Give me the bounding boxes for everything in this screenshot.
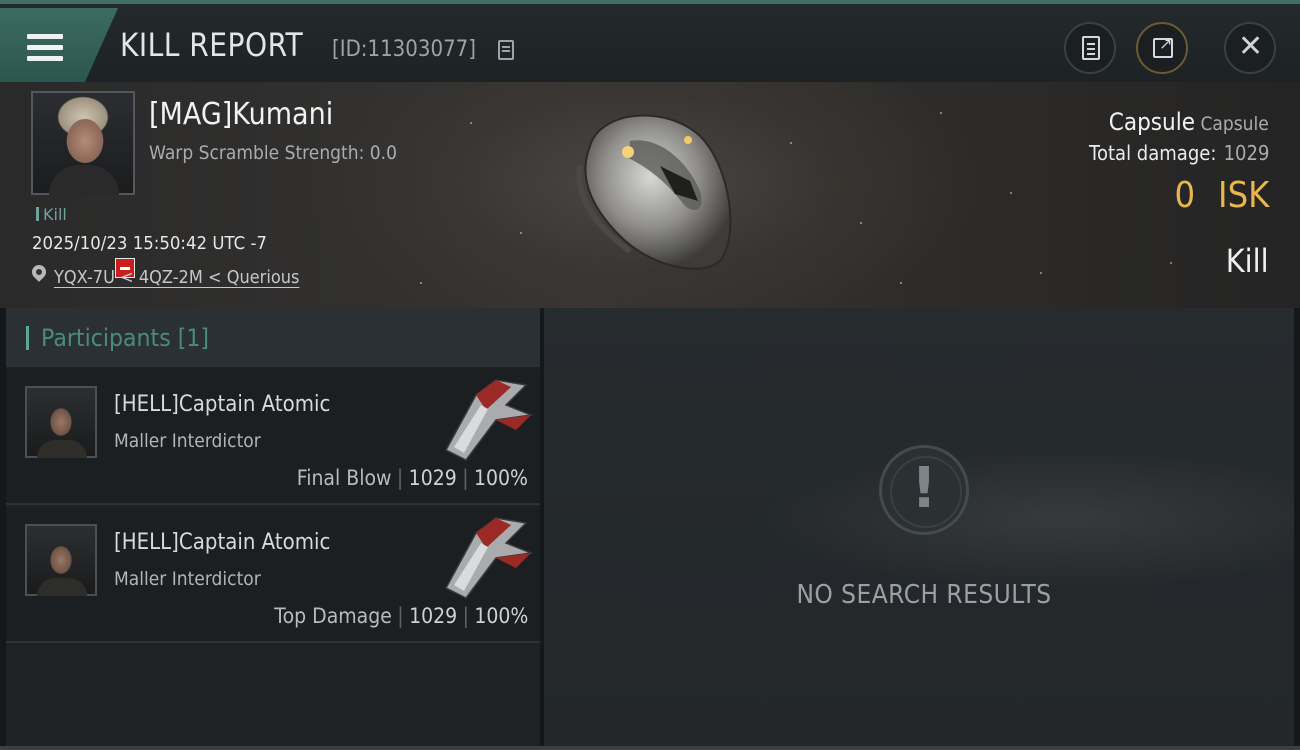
details-panel: ! NO SEARCH RESULTS (544, 308, 1294, 746)
participant-percent: 100% (473, 604, 528, 628)
exclamation-icon: ! (879, 445, 969, 535)
participant-stats: Top Damage | 1029 | 100% (273, 604, 528, 628)
victim-summary: [MAG]Kumani Warp Scramble Strength: 0.0 … (0, 82, 1300, 308)
participant-ship: Maller Interdictor (114, 430, 261, 452)
participant-name: [HELL]Captain Atomic (114, 392, 331, 417)
participant-avatar[interactable] (25, 386, 97, 458)
location-pin-icon (29, 262, 49, 282)
participant-percent: 100% (473, 466, 528, 490)
no-results-text: NO SEARCH RESULTS (796, 580, 1052, 610)
warp-scramble-strength: Warp Scramble Strength: 0.0 (149, 142, 397, 164)
participants-label: Participants [1] (41, 324, 210, 352)
participant-row[interactable]: [HELL]Captain Atomic Maller Interdictor … (6, 507, 540, 643)
share-button[interactable] (1136, 22, 1188, 74)
external-link-icon (1153, 34, 1173, 58)
participant-role: Top Damage (273, 604, 392, 628)
participants-panel: Participants [1] [HELL]Captain Atomic Ma… (6, 308, 540, 746)
participant-stats: Final Blow | 1029 | 100% (296, 466, 528, 490)
participants-header[interactable]: Participants [1] (6, 308, 540, 367)
victim-portrait[interactable] (31, 91, 135, 195)
isk-value: 0 ISK (1174, 175, 1269, 216)
close-button[interactable]: ✕ (1224, 22, 1276, 74)
report-id: [ID:11303077] (332, 37, 476, 62)
participant-ship: Maller Interdictor (114, 568, 261, 590)
victim-name[interactable]: [MAG]Kumani (149, 97, 333, 132)
ship-name: Capsule (1109, 108, 1196, 136)
total-damage: Total damage: 1029 (1089, 141, 1269, 165)
top-bar: KILL REPORT [ID:11303077] ✕ (0, 0, 1300, 82)
kill-type-tag: Kill (36, 205, 67, 224)
hamburger-menu-icon (27, 34, 63, 62)
victim-ship: Capsule Capsule (1109, 108, 1269, 136)
total-damage-label: Total damage: (1088, 141, 1216, 165)
participant-damage: 1029 (408, 466, 457, 490)
participant-avatar[interactable] (25, 524, 97, 596)
location-link[interactable]: YQX-7U < 4QZ-2M < Querious (54, 267, 299, 288)
close-icon: ✕ (1238, 29, 1264, 64)
participant-role: Final Blow (296, 466, 392, 490)
maller-ship-image (444, 517, 534, 599)
notes-button[interactable] (1064, 22, 1116, 74)
bottom-divider (0, 746, 1300, 750)
result-label: Kill (1226, 242, 1269, 280)
maller-ship-image (444, 379, 534, 461)
menu-button[interactable] (0, 8, 118, 82)
header-accent-bar (26, 326, 29, 350)
participant-name: [HELL]Captain Atomic (114, 530, 331, 555)
kill-datetime: 2025/10/23 15:50:42 UTC -7 (32, 233, 267, 254)
participant-damage: 1029 (408, 604, 457, 628)
page-title: KILL REPORT (120, 26, 304, 64)
total-damage-value: 1029 (1223, 141, 1269, 165)
ship-class: Capsule (1200, 113, 1269, 135)
capsule-ship-image (576, 114, 732, 270)
copy-id-icon[interactable] (498, 40, 514, 60)
clipboard-icon (1082, 36, 1100, 60)
participant-row[interactable]: [HELL]Captain Atomic Maller Interdictor … (6, 369, 540, 505)
